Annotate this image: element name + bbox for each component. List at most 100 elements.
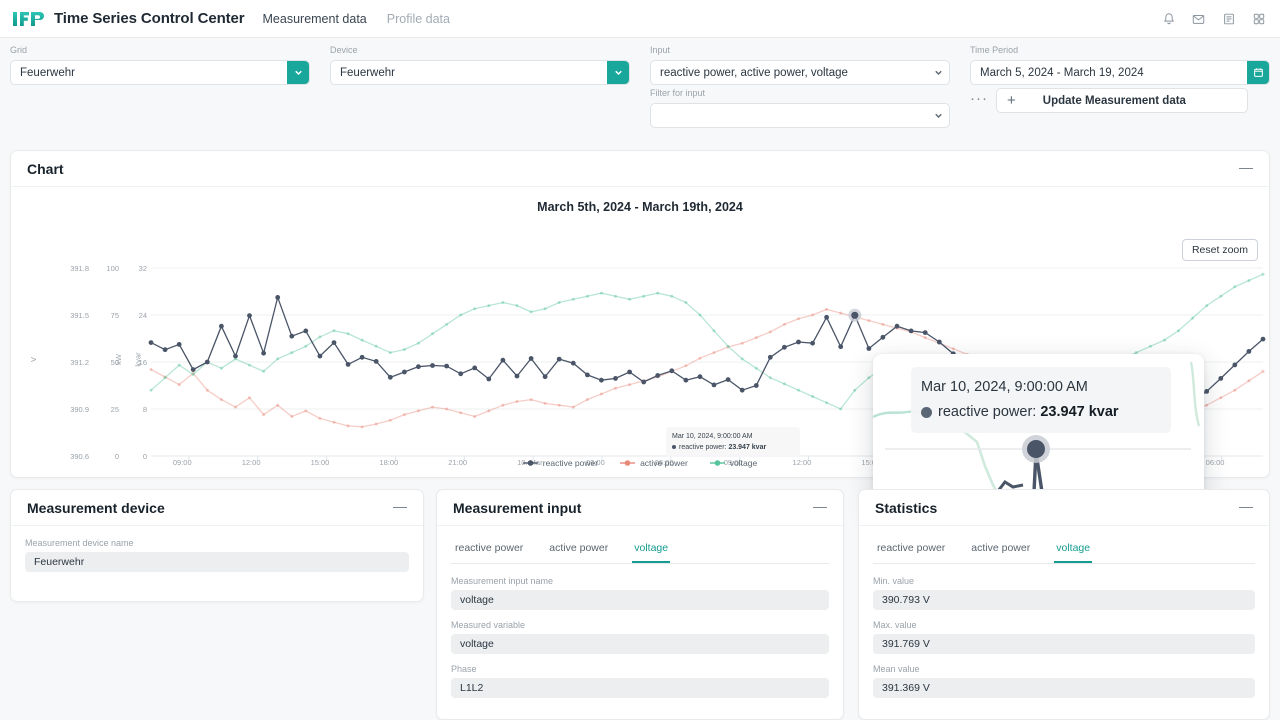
statistics-field-label: Max. value [873, 620, 917, 630]
measurement-device-title: Measurement device [27, 499, 165, 516]
device-value: Feuerwehr [340, 66, 395, 79]
time-period-value: March 5, 2024 - March 19, 2024 [980, 66, 1144, 79]
statistics-header: Statistics [859, 490, 1269, 526]
legend-item[interactable]: voltage [709, 458, 758, 468]
input-select[interactable]: reactive power, active power, voltage [650, 60, 950, 85]
filter-for-input-select[interactable] [650, 103, 950, 128]
legend-marker-icon [709, 459, 725, 467]
filter-for-input-field: Filter for input [650, 88, 950, 128]
legend-label: voltage [729, 458, 758, 468]
measurement-input-tab-reactive-power[interactable]: reactive power [453, 536, 525, 563]
filter-for-input-label: Filter for input [650, 88, 706, 98]
time-period-label: Time Period [970, 45, 1019, 55]
grid-label: Grid [10, 45, 28, 55]
measurement-device-collapse-button[interactable] [393, 501, 407, 515]
measurement-input-tabs: reactive power active power voltage [451, 536, 829, 564]
measurement-input-header: Measurement input [437, 490, 843, 526]
filter-bar: Grid Feuerwehr Device Feuerwehr Input re… [0, 38, 1280, 130]
action-row: ··· + Update Measurement data [970, 88, 1248, 113]
magnified-tooltip-series-name: reactive power [938, 404, 1033, 420]
input-value: reactive power, active power, voltage [660, 66, 848, 79]
statistics-field-value[interactable]: 390.793 V [873, 590, 1255, 610]
legend-label: reactive power [542, 458, 599, 468]
header-icon-group [1161, 0, 1266, 37]
bell-icon[interactable] [1161, 11, 1176, 26]
more-options-icon[interactable]: ··· [970, 91, 988, 108]
update-measurement-data-button[interactable]: + Update Measurement data [996, 88, 1248, 113]
statistics-tab-reactive-power[interactable]: reactive power [875, 536, 947, 563]
plus-icon[interactable]: + [997, 92, 1028, 109]
magnified-tooltip-separator: : [1032, 404, 1037, 420]
legend-item[interactable]: active power [620, 458, 688, 468]
document-icon[interactable] [1221, 11, 1236, 26]
chart-body[interactable]: March 5th, 2024 - March 19th, 2024 Reset… [11, 187, 1269, 513]
statistics-body: reactive power active power voltage Min. v… [859, 526, 1269, 698]
igf-logo-icon[interactable] [12, 8, 46, 30]
measurement-input-field-label: Measurement input name [451, 576, 554, 586]
measurement-device-name-value[interactable]: Feuerwehr [25, 552, 409, 572]
calendar-icon[interactable] [1247, 61, 1269, 84]
chart-card-header: Chart [11, 151, 1269, 187]
measurement-input-tab-active-power[interactable]: active power [547, 536, 610, 563]
measurement-device-body: Measurement device name Feuerwehr [11, 526, 423, 572]
statistics-tab-active-power[interactable]: active power [969, 536, 1032, 563]
statistics-field-value[interactable]: 391.769 V [873, 634, 1255, 654]
input-label: Input [650, 45, 671, 55]
statistics-title: Statistics [875, 499, 938, 516]
statistics-fields: Min. value 390.793 V Max. value 391.769 V Me… [873, 576, 1255, 698]
device-label: Device [330, 45, 358, 55]
device-field: Device Feuerwehr [330, 45, 630, 85]
nav-profile-data[interactable]: Profile data [387, 12, 450, 26]
legend-label: active power [640, 458, 688, 468]
legend-marker-icon [522, 459, 538, 467]
magnified-tooltip: Mar 10, 2024, 9:00:00 AM reactive power:… [911, 367, 1171, 433]
measurement-device-header: Measurement device [11, 490, 423, 526]
magnified-tooltip-value: 23.947 kvar [1040, 404, 1119, 420]
highlighted-data-point[interactable] [848, 308, 862, 322]
legend-marker-icon [620, 459, 636, 467]
input-field: Input reactive power, active power, volt… [650, 45, 950, 85]
measurement-input-collapse-button[interactable] [813, 501, 827, 515]
statistics-tab-voltage[interactable]: voltage [1054, 536, 1093, 563]
chevron-down-icon[interactable] [927, 104, 949, 127]
measurement-input-field-label: Phase [451, 664, 477, 674]
nav-measurement-data[interactable]: Measurement data [263, 12, 367, 26]
measurement-input-field-label: Measured variable [451, 620, 526, 630]
update-measurement-data-label: Update Measurement data [1042, 94, 1186, 107]
measurement-device-card: Measurement device Measurement device na… [10, 489, 424, 602]
chevron-down-icon[interactable] [607, 61, 629, 84]
grid-select[interactable]: Feuerwehr [10, 60, 310, 85]
chart-title: Chart [27, 160, 64, 177]
app-header: Time Series Control Center Measurement d… [0, 0, 1280, 38]
device-select[interactable]: Feuerwehr [330, 60, 630, 85]
app-title: Time Series Control Center [54, 10, 245, 27]
measurement-input-field-value[interactable]: voltage [451, 590, 829, 610]
measurement-input-field-value[interactable]: voltage [451, 634, 829, 654]
grid-value: Feuerwehr [20, 66, 75, 79]
legend-item[interactable]: reactive power [522, 458, 599, 468]
grid-field: Grid Feuerwehr [10, 45, 310, 85]
measurement-input-card: Measurement input reactive power active p… [436, 489, 844, 720]
statistics-field-label: Min. value [873, 576, 915, 586]
statistics-field-label: Mean value [873, 664, 920, 674]
time-period-field: Time Period March 5, 2024 - March 19, 20… [970, 45, 1270, 85]
measurement-input-fields: Measurement input name voltage Measured va… [451, 576, 829, 698]
chevron-down-icon[interactable] [927, 61, 949, 84]
chevron-down-icon[interactable] [287, 61, 309, 84]
chart-card: Chart March 5th, 2024 - March 19th, 2024… [10, 150, 1270, 513]
magnified-tooltip-timestamp: Mar 10, 2024, 9:00:00 AM [921, 379, 1088, 395]
measurement-input-tab-voltage[interactable]: voltage [632, 536, 671, 563]
magnified-tooltip-series-dot-icon [921, 406, 932, 418]
measurement-input-body: reactive power active power voltage Measur… [437, 526, 843, 698]
statistics-field-value[interactable]: 391.369 V [873, 678, 1255, 698]
measurement-input-field-value[interactable]: L1L2 [451, 678, 829, 698]
statistics-card: Statistics reactive power active power vol… [858, 489, 1270, 720]
chart-collapse-button[interactable] [1239, 162, 1253, 176]
statistics-collapse-button[interactable] [1239, 501, 1253, 515]
mail-icon[interactable] [1191, 11, 1206, 26]
statistics-tabs: reactive power active power voltage [873, 536, 1255, 564]
measurement-input-title: Measurement input [453, 499, 582, 516]
measurement-device-name-label: Measurement device name [25, 538, 134, 548]
apps-grid-icon[interactable] [1251, 11, 1266, 26]
time-period-input[interactable]: March 5, 2024 - March 19, 2024 [970, 60, 1270, 85]
